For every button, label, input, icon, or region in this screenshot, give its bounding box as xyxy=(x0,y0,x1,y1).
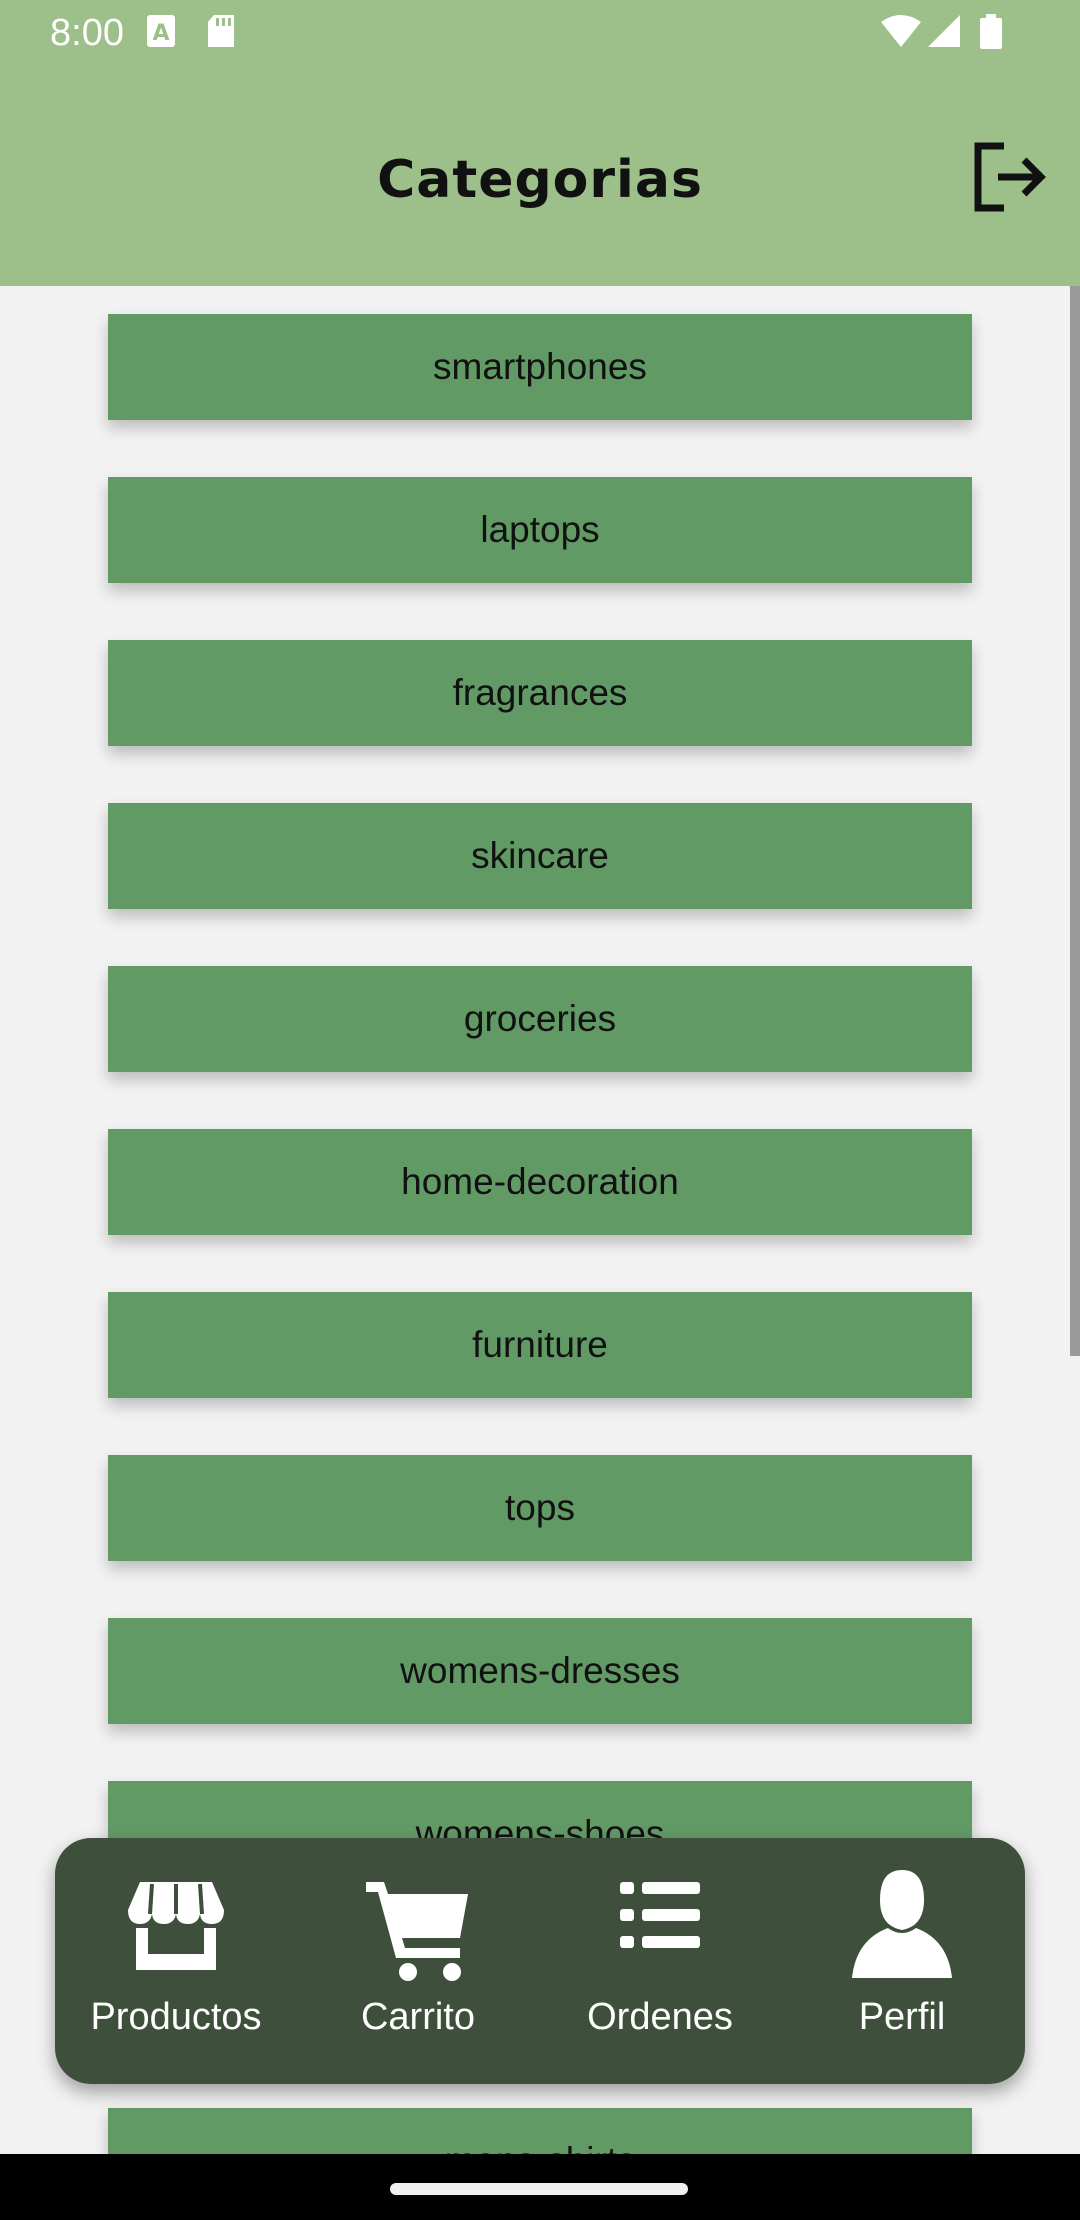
list-icon xyxy=(620,1882,700,1948)
person-icon xyxy=(852,1870,952,1978)
bottom-navigation: Productos Carrito Ordenes Perfil xyxy=(55,1838,1025,2084)
signal-icon xyxy=(926,14,962,53)
sd-card-icon xyxy=(206,14,236,53)
category-button-skincare[interactable]: skincare xyxy=(108,803,972,909)
category-button-home-decoration[interactable]: home-decoration xyxy=(108,1129,972,1235)
cart-icon xyxy=(366,1882,468,1981)
category-button-fragrances[interactable]: fragrances xyxy=(108,640,972,746)
status-time: 8:00 xyxy=(50,12,124,54)
battery-icon xyxy=(978,14,1004,55)
svg-text:A: A xyxy=(152,21,169,46)
nav-item-productos[interactable]: Productos xyxy=(55,1838,297,2084)
scrollbar[interactable] xyxy=(1070,286,1080,1356)
nav-item-ordenes[interactable]: Ordenes xyxy=(539,1838,781,2084)
nav-label-productos: Productos xyxy=(90,1996,262,2038)
logout-icon xyxy=(974,142,1046,212)
app-header: 8:00 A Categorias xyxy=(0,0,1080,286)
home-gesture-handle[interactable] xyxy=(390,2183,688,2195)
keyboard-a-icon: A xyxy=(146,14,176,53)
nav-item-carrito[interactable]: Carrito xyxy=(297,1838,539,2084)
nav-item-perfil[interactable]: Perfil xyxy=(781,1838,1023,2084)
category-button-furniture[interactable]: furniture xyxy=(108,1292,972,1398)
category-button-tops[interactable]: tops xyxy=(108,1455,972,1561)
nav-label-carrito: Carrito xyxy=(360,1996,476,2038)
category-button-laptops[interactable]: laptops xyxy=(108,477,972,583)
status-bar: 8:00 A xyxy=(0,0,1080,66)
page-title: Categorias xyxy=(377,150,703,210)
store-icon xyxy=(128,1882,224,1970)
category-button-mens-shirts[interactable]: mens-shirts xyxy=(108,2108,972,2154)
category-button-groceries[interactable]: groceries xyxy=(108,966,972,1072)
category-button-womens-dresses[interactable]: womens-dresses xyxy=(108,1618,972,1724)
nav-label-ordenes: Ordenes xyxy=(587,1996,733,2038)
logout-button[interactable] xyxy=(970,138,1050,218)
nav-label-perfil: Perfil xyxy=(858,1996,946,2038)
category-button-smartphones[interactable]: smartphones xyxy=(108,314,972,420)
wifi-icon xyxy=(880,14,922,53)
